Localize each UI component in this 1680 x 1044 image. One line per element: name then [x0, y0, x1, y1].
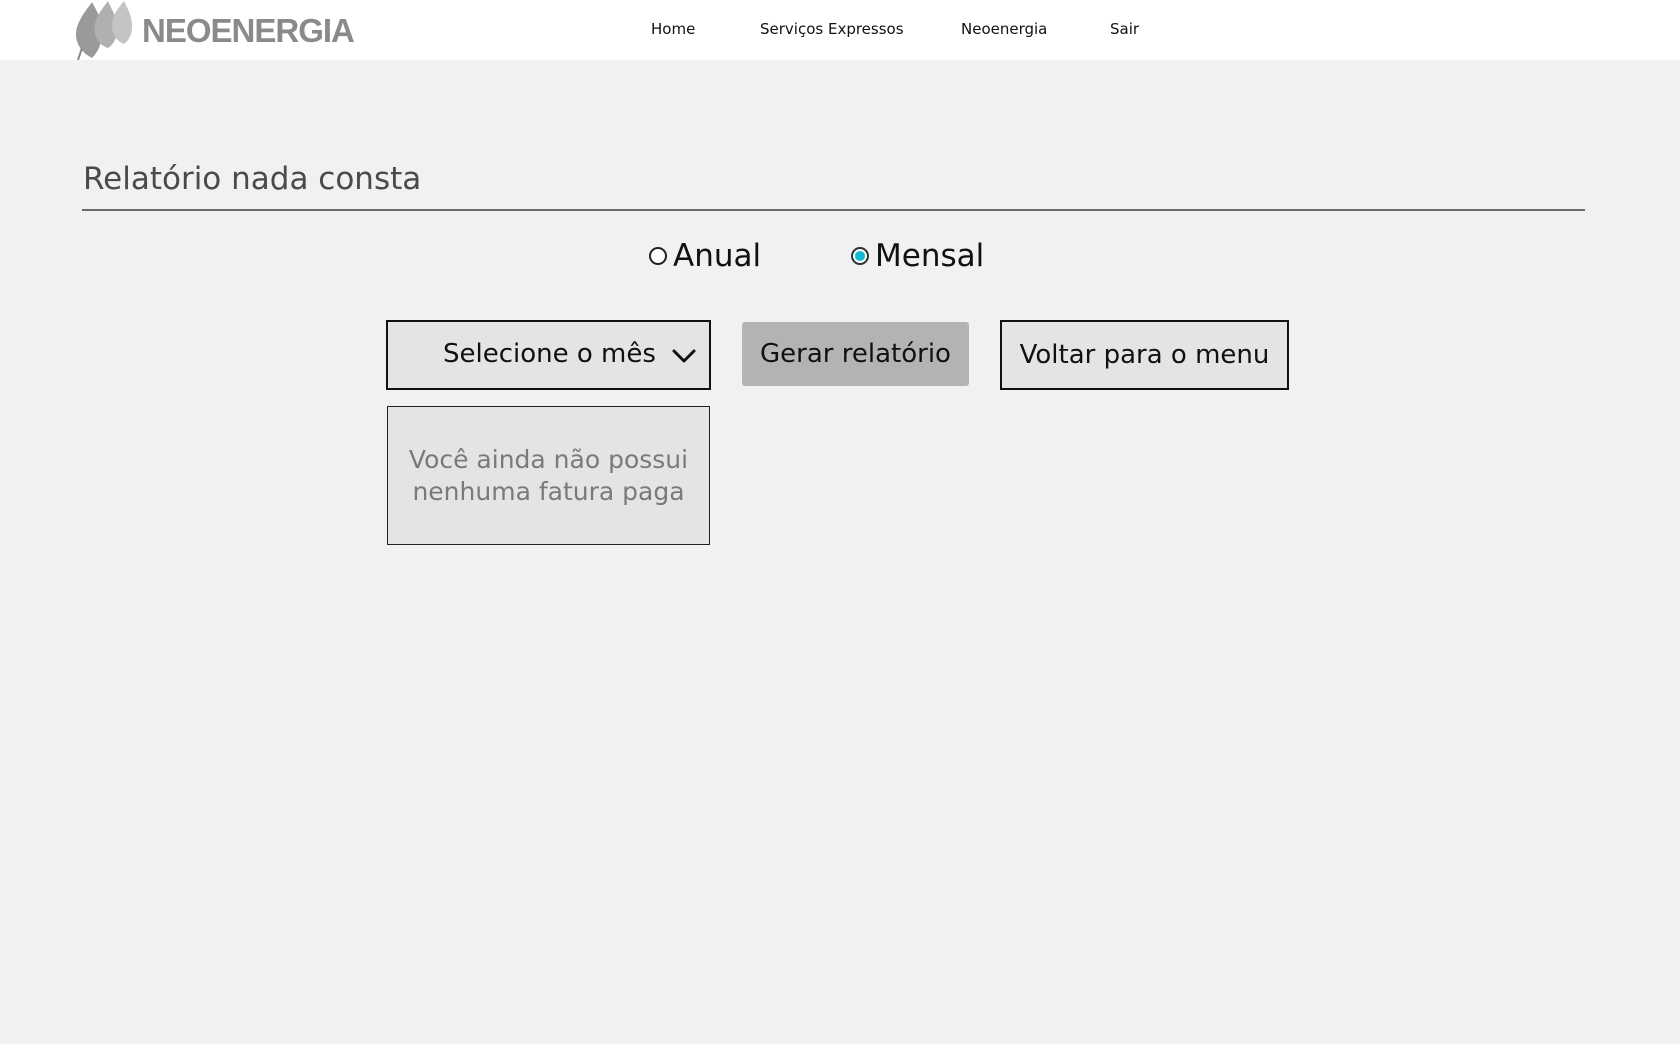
- empty-invoices-message: Você ainda não possui nenhuma fatura pag…: [408, 444, 689, 506]
- radio-mensal[interactable]: Mensal: [851, 236, 984, 276]
- radio-anual[interactable]: Anual: [649, 236, 761, 276]
- radio-anual-label: Anual: [673, 238, 762, 274]
- radio-anual-circle[interactable]: [649, 247, 667, 265]
- nav-sair[interactable]: Sair: [1110, 20, 1139, 38]
- back-to-menu-button[interactable]: Voltar para o menu: [1000, 320, 1289, 390]
- nav-home[interactable]: Home: [651, 20, 695, 38]
- main-nav: Home Serviços Expressos Neoenergia Sair: [0, 0, 1680, 60]
- empty-invoices-box: Você ainda não possui nenhuma fatura pag…: [387, 406, 710, 545]
- month-select[interactable]: Selecione o mês: [386, 320, 711, 390]
- radio-mensal-circle[interactable]: [851, 247, 869, 265]
- top-header: NEOENERGIA Home Serviços Expressos Neoen…: [0, 0, 1680, 60]
- nav-servicos-expressos[interactable]: Serviços Expressos: [760, 20, 904, 38]
- month-select-value: Selecione o mês: [443, 339, 656, 369]
- generate-report-button[interactable]: Gerar relatório: [742, 322, 969, 386]
- chevron-down-icon: [672, 349, 696, 363]
- radio-mensal-label: Mensal: [875, 238, 985, 274]
- title-divider: [82, 209, 1585, 211]
- nav-neoenergia[interactable]: Neoenergia: [961, 20, 1047, 38]
- page-title: Relatório nada consta: [83, 161, 422, 197]
